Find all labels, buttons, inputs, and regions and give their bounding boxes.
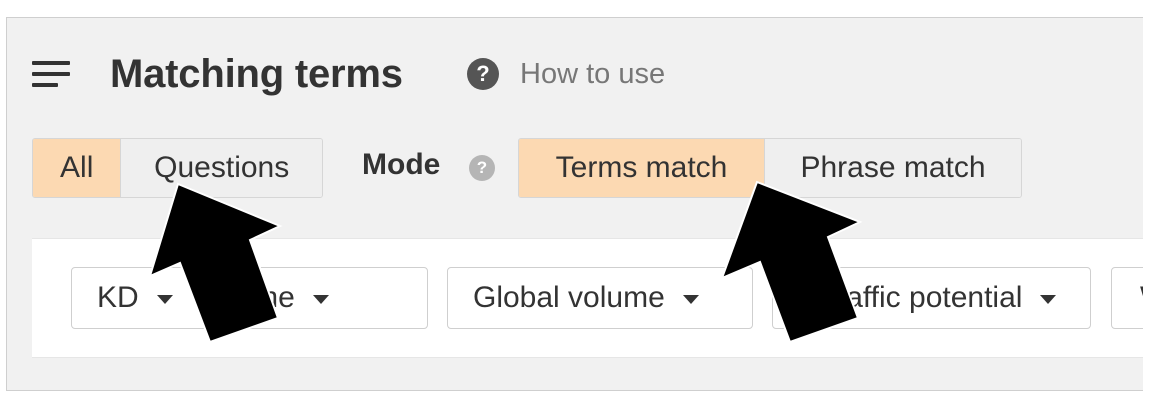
question-circle-icon: ?: [467, 58, 499, 90]
mode-label: Mode: [362, 148, 441, 181]
match-mode-toggle: Terms match Phrase match: [518, 138, 1022, 198]
tab-questions[interactable]: Questions: [120, 139, 322, 197]
how-to-use-label: How to use: [520, 57, 666, 90]
question-filter-toggle: All Questions: [32, 138, 323, 198]
kd-filter-dropdown[interactable]: KD Volume: [71, 267, 428, 329]
caret-down-icon: [156, 294, 173, 304]
more-filter-dropdown[interactable]: W: [1111, 267, 1143, 329]
mode-help-icon[interactable]: ?: [469, 155, 495, 181]
traffic-potential-filter-dropdown[interactable]: Traffic potential: [772, 267, 1091, 329]
more-filter-label: W: [1140, 281, 1143, 315]
how-to-use-link[interactable]: ? How to use: [467, 56, 665, 92]
matching-terms-panel: Matching terms ? How to use All Question…: [6, 17, 1143, 391]
tab-all[interactable]: All: [33, 139, 121, 197]
kd-filter-label: KD: [97, 281, 139, 314]
volume-filter-label: Volume: [194, 281, 295, 314]
caret-down-icon: [682, 294, 699, 304]
caret-down-icon: [312, 294, 329, 304]
phrase-match-button[interactable]: Phrase match: [764, 139, 1021, 197]
menu-icon[interactable]: [32, 61, 70, 87]
filter-bar: KD Volume Global volume Traffic potentia…: [32, 238, 1143, 358]
global-volume-filter-dropdown[interactable]: Global volume: [447, 267, 753, 329]
traffic-potential-filter-label: Traffic potential: [819, 281, 1023, 314]
terms-match-button[interactable]: Terms match: [519, 139, 765, 197]
caret-down-icon: [1040, 294, 1057, 304]
global-volume-filter-label: Global volume: [473, 281, 665, 314]
page-title: Matching terms: [110, 52, 403, 96]
